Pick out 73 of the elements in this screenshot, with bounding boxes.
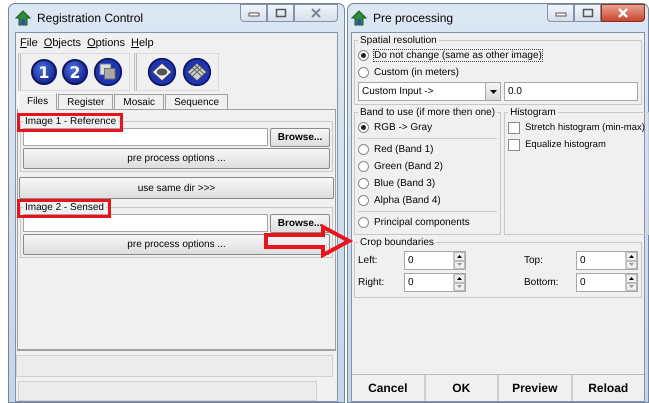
maximize-icon[interactable] [274, 8, 286, 18]
close-icon[interactable] [310, 8, 322, 18]
down-arrow-icon[interactable] [457, 263, 462, 266]
option-label: Green (Band 2) [374, 161, 443, 172]
option-label: Equalize histogram [525, 139, 606, 150]
field-label: Left: [358, 255, 378, 266]
grid-icon[interactable] [182, 57, 212, 87]
up-arrow-icon[interactable] [457, 254, 462, 258]
option-label: Custom (in meters) [374, 67, 460, 78]
value-field[interactable]: 0.0 [504, 82, 638, 101]
toolbar-button[interactable]: 2 [62, 59, 88, 85]
menu-item[interactable]: Objects [44, 37, 82, 49]
field-label: Bottom: [524, 277, 560, 288]
radio-button[interactable] [358, 144, 369, 155]
group-title: Crop boundaries [359, 237, 435, 248]
down-arrow-icon[interactable] [629, 285, 634, 288]
spin-field[interactable]: 0 [576, 273, 638, 292]
file-path-field[interactable] [23, 214, 268, 232]
up-arrow-icon[interactable] [457, 276, 462, 280]
radio-button[interactable] [358, 195, 369, 206]
radio-button[interactable] [358, 217, 369, 228]
option-label: RGB -> Gray [374, 122, 432, 133]
radio-button[interactable] [358, 178, 369, 189]
dropdown-value: Custom Input -> [362, 86, 434, 97]
menu-item[interactable]: Help [130, 37, 154, 49]
group-title: Image 2 - Sensed [25, 202, 104, 213]
option-label: Stretch histogram (min-max) [525, 122, 645, 133]
tab[interactable]: Sequence [165, 94, 228, 109]
options-button[interactable]: pre process options ... [23, 234, 330, 255]
browse-button[interactable]: Browse... [270, 128, 330, 147]
spin-field[interactable]: 0 [404, 251, 466, 270]
app-icon [15, 10, 31, 26]
group-title: Band to use (if more then one) [359, 107, 496, 118]
down-arrow-icon[interactable] [457, 285, 462, 288]
checkbox[interactable] [508, 138, 520, 150]
group-title: Spatial resolution [359, 35, 438, 46]
field-label: Right: [358, 277, 386, 288]
group-title: Histogram [509, 107, 557, 118]
tab[interactable]: Register [58, 94, 114, 109]
option-label: Blue (Band 3) [374, 178, 436, 189]
lens-icon[interactable] [147, 57, 177, 87]
option-label: Do not change (same as other image) [374, 50, 542, 61]
dropdown[interactable]: Custom Input -> [358, 82, 501, 101]
menu-item[interactable]: Options [87, 37, 125, 49]
tab[interactable]: Mosaic [114, 94, 164, 109]
menu-item[interactable]: File [20, 37, 38, 49]
browse-button[interactable]: Browse... [270, 214, 330, 233]
radio-button[interactable] [358, 50, 369, 61]
window-title: Pre processing [373, 11, 454, 25]
group-title: Image 1 - Reference [25, 116, 116, 127]
up-arrow-icon[interactable] [629, 276, 634, 280]
radio-button[interactable] [358, 67, 369, 78]
option-label: Red (Band 1) [374, 144, 434, 155]
window-title: Registration Control [37, 11, 144, 25]
radio-button[interactable] [358, 161, 369, 172]
spin-field[interactable]: 0 [404, 273, 466, 292]
option-label: Principal components [374, 217, 470, 228]
maximize-icon[interactable] [582, 8, 594, 18]
option-label: Alpha (Band 4) [374, 195, 441, 206]
tab[interactable]: Files [18, 93, 58, 110]
layers-icon[interactable] [93, 57, 123, 87]
file-path-field[interactable] [23, 128, 268, 146]
toolbar-button[interactable]: 1 [31, 59, 57, 85]
caret-icon [485, 83, 500, 100]
checkbox[interactable] [508, 122, 520, 134]
spin-field[interactable]: 0 [576, 251, 638, 270]
radio-button[interactable] [358, 122, 369, 133]
options-button[interactable]: pre process options ... [23, 148, 330, 169]
same-dir-button[interactable]: use same dir >>> [19, 177, 334, 199]
up-arrow-icon[interactable] [629, 254, 634, 258]
down-arrow-icon[interactable] [629, 263, 634, 266]
field-label: Top: [524, 255, 544, 266]
app-icon [351, 10, 367, 26]
